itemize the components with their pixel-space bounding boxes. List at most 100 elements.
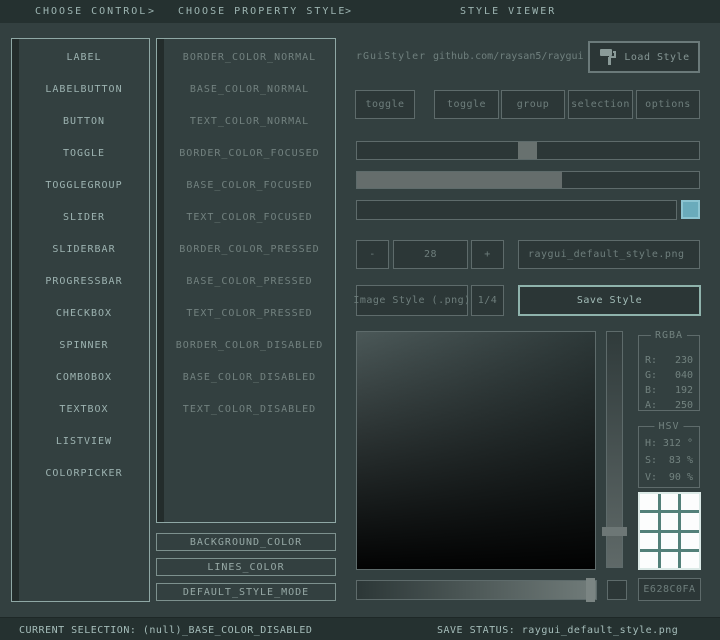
- lines-color-button[interactable]: LINES_COLOR: [156, 558, 336, 576]
- demo-checkbox[interactable]: [681, 200, 700, 219]
- controls-list-item[interactable]: LABEL: [19, 42, 149, 74]
- properties-list-item[interactable]: BASE_COLOR_FOCUSED: [164, 170, 335, 202]
- controls-list: LABELLABELBUTTONBUTTONTOGGLETOGGLEGROUPS…: [19, 42, 149, 490]
- grid-cell: [681, 494, 699, 510]
- rgba-value-row: A: 250: [639, 398, 699, 413]
- hex-color-input[interactable]: E628C0FA: [638, 578, 701, 601]
- controls-list-item[interactable]: LABELBUTTON: [19, 74, 149, 106]
- alpha-checkbox[interactable]: [607, 580, 627, 600]
- properties-list-item[interactable]: BASE_COLOR_DISABLED: [164, 362, 335, 394]
- save-style-button[interactable]: Save Style: [518, 285, 701, 316]
- image-style-button[interactable]: Image Style (.png): [356, 285, 468, 316]
- app-title: rGuiStyler: [356, 51, 426, 62]
- spinner-value[interactable]: 28: [393, 240, 468, 269]
- rgba-channel-value: 040: [675, 368, 693, 383]
- grid-cell: [640, 513, 658, 529]
- properties-list-item[interactable]: BORDER_COLOR_FOCUSED: [164, 138, 335, 170]
- slider-handle[interactable]: [518, 142, 537, 159]
- properties-list-item[interactable]: BORDER_COLOR_PRESSED: [164, 234, 335, 266]
- spinner-decrement-button[interactable]: -: [356, 240, 389, 269]
- rgba-value-row: B: 192: [639, 383, 699, 398]
- controls-list-item[interactable]: SPINNER: [19, 330, 149, 362]
- controls-list-item[interactable]: TEXTBOX: [19, 394, 149, 426]
- load-style-button[interactable]: Load Style: [588, 41, 700, 73]
- properties-list-item[interactable]: BORDER_COLOR_DISABLED: [164, 330, 335, 362]
- background-color-button[interactable]: BACKGROUND_COLOR: [156, 533, 336, 551]
- controls-list-item[interactable]: PROGRESSBAR: [19, 266, 149, 298]
- breadcrumb-separator-icon: >: [148, 6, 156, 17]
- grid-cell: [661, 533, 679, 549]
- properties-list-item[interactable]: TEXT_COLOR_NORMAL: [164, 106, 335, 138]
- progress-bar-fill: [357, 172, 562, 188]
- hsv-channel-value: 312 °: [663, 435, 693, 452]
- bottom-status-bar: CURRENT SELECTION: (null)_BASE_COLOR_DIS…: [0, 617, 720, 640]
- controls-list-item[interactable]: COMBOBOX: [19, 362, 149, 394]
- current-selection-status: CURRENT SELECTION: (null)_BASE_COLOR_DIS…: [19, 625, 312, 636]
- properties-list: BORDER_COLOR_NORMALBASE_COLOR_NORMALTEXT…: [164, 42, 335, 426]
- controls-list-item[interactable]: BUTTON: [19, 106, 149, 138]
- rgba-channel-label: B:: [645, 383, 657, 398]
- grid-cell: [661, 494, 679, 510]
- properties-list-item[interactable]: BASE_COLOR_NORMAL: [164, 74, 335, 106]
- grid-cell: [661, 513, 679, 529]
- controls-list-item[interactable]: SLIDERBAR: [19, 234, 149, 266]
- properties-list-item[interactable]: BASE_COLOR_PRESSED: [164, 266, 335, 298]
- breadcrumb-separator-icon: >: [345, 6, 353, 17]
- toggle-button[interactable]: toggle: [355, 90, 415, 119]
- controls-list-item[interactable]: TOGGLE: [19, 138, 149, 170]
- demo-textbox[interactable]: [356, 200, 677, 220]
- hsv-channel-label: S:: [645, 452, 657, 469]
- grid-cell: [640, 494, 658, 510]
- controls-list-item[interactable]: CHECKBOX: [19, 298, 149, 330]
- load-style-label: Load Style: [624, 52, 689, 63]
- controls-list-scrollbar[interactable]: [12, 39, 19, 601]
- hsv-channel-value: 90 %: [669, 469, 693, 486]
- grid-cell: [661, 552, 679, 568]
- properties-list-item[interactable]: TEXT_COLOR_PRESSED: [164, 298, 335, 330]
- properties-list-item[interactable]: TEXT_COLOR_FOCUSED: [164, 202, 335, 234]
- properties-list-item[interactable]: TEXT_COLOR_DISABLED: [164, 394, 335, 426]
- grid-cell: [640, 533, 658, 549]
- paint-roller-icon: [598, 47, 618, 67]
- alpha-slider-handle[interactable]: [586, 578, 595, 602]
- grid-cell: [681, 533, 699, 549]
- breadcrumb-choose-property-style: CHOOSE PROPERTY STYLE: [178, 6, 346, 17]
- hsv-value-row: V: 90 %: [639, 469, 699, 486]
- controls-list-item[interactable]: LISTVIEW: [19, 426, 149, 458]
- filename-input[interactable]: raygui_default_style.png: [518, 240, 700, 269]
- toggle-group-item-toggle[interactable]: toggle: [434, 90, 499, 119]
- hsv-group-box: HSV H: 312 ° S: 83 % V: 90 %: [638, 426, 700, 488]
- grid-cell: [681, 513, 699, 529]
- rgba-channel-value: 192: [675, 383, 693, 398]
- slider[interactable]: [356, 141, 700, 160]
- rgba-channel-label: R:: [645, 353, 657, 368]
- hsv-values: H: 312 ° S: 83 % V: 90 %: [639, 435, 699, 486]
- rgba-value-row: R: 230: [639, 353, 699, 368]
- default-style-mode-button[interactable]: DEFAULT_STYLE_MODE: [156, 583, 336, 601]
- repo-link: github.com/raysan5/raygui: [433, 51, 584, 62]
- save-status: SAVE STATUS: raygui_default_style.png: [437, 625, 678, 636]
- rgba-group-title: RGBA: [651, 330, 687, 341]
- hue-slider-handle[interactable]: [602, 527, 627, 536]
- grid-cell: [640, 552, 658, 568]
- controls-list-item[interactable]: SLIDER: [19, 202, 149, 234]
- hsv-channel-value: 83 %: [669, 452, 693, 469]
- rgba-group-box: RGBA R: 230 G: 040 B: 192 A: 250: [638, 335, 700, 411]
- controls-list-item[interactable]: COLORPICKER: [19, 458, 149, 490]
- toggle-group-item-group[interactable]: group: [501, 90, 565, 119]
- controls-list-item[interactable]: TOGGLEGROUP: [19, 170, 149, 202]
- toggle-group-item-options[interactable]: options: [636, 90, 700, 119]
- hsv-value-row: S: 83 %: [639, 452, 699, 469]
- color-picker-panel[interactable]: [356, 331, 596, 570]
- spinner-increment-button[interactable]: +: [471, 240, 504, 269]
- properties-list-panel: BORDER_COLOR_NORMALBASE_COLOR_NORMALTEXT…: [156, 38, 336, 523]
- style-page-indicator[interactable]: 1/4: [471, 285, 504, 316]
- hsv-group-title: HSV: [654, 421, 683, 432]
- alpha-slider[interactable]: [356, 580, 597, 600]
- toggle-group-item-selection[interactable]: selection: [568, 90, 633, 119]
- properties-list-item[interactable]: BORDER_COLOR_NORMAL: [164, 42, 335, 74]
- properties-list-scrollbar[interactable]: [157, 39, 164, 522]
- top-status-bar: CHOOSE CONTROL > CHOOSE PROPERTY STYLE >…: [0, 0, 720, 23]
- progress-bar: [356, 171, 700, 189]
- breadcrumb-choose-control: CHOOSE CONTROL: [35, 6, 147, 17]
